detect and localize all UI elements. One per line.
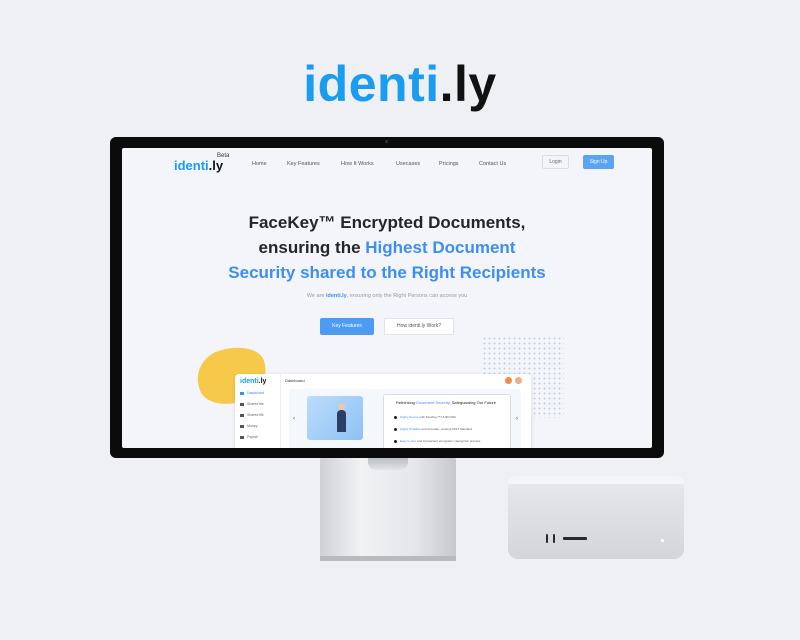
stand-hole — [368, 458, 408, 470]
bullet-icon — [394, 439, 397, 443]
user-avatar[interactable] — [515, 377, 522, 384]
hero-line-2: ensuring the Highest Document — [122, 235, 652, 260]
dashboard-title: Dashboard — [285, 378, 305, 383]
sidebar-item-shared-file-2[interactable]: Shared file — [240, 413, 264, 417]
sidebar-item-label: Money — [247, 424, 258, 428]
beta-badge: Beta — [217, 153, 230, 159]
subtitle-brand: identi.ly — [325, 293, 347, 299]
sidebar-item-label: Shared file — [247, 402, 264, 406]
panel-title-plain-2: , Safeguarding Our Future — [449, 400, 496, 405]
person-body-shape — [337, 410, 346, 432]
panel-point-2: Highly Scalable and Accurate, meeting NI… — [394, 427, 472, 431]
dashboard-preview: identi.ly Dashboard Shared file Shared f… — [235, 374, 531, 448]
bullet-icon — [394, 415, 397, 419]
login-button[interactable]: Login — [542, 155, 569, 169]
point-text: and Convenient encryption / decryption p… — [416, 439, 481, 443]
hero-line-2-highlight: Highest Document — [365, 238, 516, 257]
nav-home[interactable]: Home — [252, 161, 267, 167]
panel-title-plain: Rethinking — [396, 400, 417, 405]
hero-line-3: Security shared to the Right Recipients — [228, 263, 546, 282]
website-screen: identi.ly Beta Home Key Features How It … — [122, 148, 652, 448]
file-icon — [240, 402, 244, 406]
dashboard-sidebar: identi.ly Dashboard Shared file Shared f… — [235, 374, 281, 448]
panel-point-3: Easy to Use and Convenient encryption / … — [394, 439, 480, 443]
dashboard-logo-part2: .ly — [258, 378, 267, 385]
mac-studio-device — [508, 476, 684, 559]
hero-subtitle: We are identi.ly, ensuring only the Righ… — [122, 293, 652, 299]
panel-title-highlight: Document Security — [416, 400, 450, 405]
nav-key-features[interactable]: Key Features — [287, 161, 320, 167]
notification-avatar[interactable] — [505, 377, 512, 384]
hero-heading: FaceKey™ Encrypted Documents, ensuring t… — [122, 210, 652, 285]
nav-pricings[interactable]: Pricings — [439, 161, 459, 167]
usb-port-icon — [553, 534, 555, 543]
panel-title: Rethinking Document Security, Safeguardi… — [396, 400, 496, 405]
dashboard-logo: identi.ly — [240, 378, 266, 385]
sidebar-item-payroll[interactable]: Payroll — [240, 435, 258, 439]
carousel-prev-arrow[interactable]: ‹ — [293, 416, 295, 422]
security-panel: Rethinking Document Security, Safeguardi… — [383, 394, 511, 448]
dashboard-icon — [240, 391, 244, 395]
studio-display: identi.ly Beta Home Key Features How It … — [110, 137, 664, 458]
device-top — [508, 476, 684, 484]
file-icon — [240, 413, 244, 417]
sidebar-item-dashboard[interactable]: Dashboard — [240, 391, 264, 395]
brand-logo-part2: .ly — [439, 56, 497, 112]
nav-contact-us[interactable]: Contact Us — [479, 161, 506, 167]
subtitle-before: We are — [306, 293, 326, 299]
device-front — [508, 482, 684, 559]
sidebar-item-label: Shared file — [247, 413, 264, 417]
nav-usecases[interactable]: Usecases — [396, 161, 420, 167]
power-led-icon — [661, 539, 664, 542]
person-head-shape — [338, 403, 345, 410]
money-icon — [240, 424, 244, 428]
site-logo[interactable]: identi.ly Beta — [174, 153, 229, 173]
carousel-next-arrow[interactable]: › — [516, 416, 518, 422]
how-it-works-button[interactable]: How identi.ly Work? — [384, 318, 454, 335]
stand-base — [320, 556, 456, 561]
brand-logo-part1: identi — [303, 56, 440, 112]
bullet-icon — [394, 427, 397, 431]
brand-logo: identi.ly — [0, 55, 800, 113]
nav-how-it-works[interactable]: How It Works — [341, 161, 374, 167]
panel-point-1: Highly Secure with FaceKey™ UUID DNA — [394, 415, 456, 419]
site-navbar: identi.ly Beta Home Key Features How It … — [122, 148, 652, 180]
signup-button[interactable]: Sign Up — [583, 155, 614, 169]
key-features-button[interactable]: Key Features — [320, 318, 374, 335]
usb-port-icon — [546, 534, 548, 543]
point-highlight: Easy to Use — [400, 439, 417, 443]
camera-dot — [385, 140, 388, 143]
sd-card-slot-icon — [563, 537, 587, 540]
site-logo-part1: identi — [174, 158, 209, 173]
point-highlight: Highly Scalable — [400, 427, 421, 431]
security-illustration — [307, 396, 363, 440]
dashboard-logo-part1: identi — [240, 378, 259, 385]
subtitle-after: , ensuring only the Right Persons can ac… — [346, 293, 468, 299]
site-logo-part2: .ly — [208, 158, 224, 173]
monitor-stand — [320, 458, 456, 561]
sidebar-item-money[interactable]: Money — [240, 424, 258, 428]
sidebar-item-shared-file[interactable]: Shared file — [240, 402, 264, 406]
hero-line-2-plain: ensuring the — [258, 238, 366, 257]
sidebar-item-label: Dashboard — [247, 391, 265, 395]
point-highlight: Highly Secure — [400, 415, 419, 419]
payroll-icon — [240, 435, 244, 439]
point-text: with FaceKey™ UUID DNA — [418, 415, 456, 419]
sidebar-item-label: Payroll — [247, 435, 258, 439]
point-text: and Accurate, meeting NIST Standard — [420, 427, 472, 431]
hero-line-1: FaceKey™ Encrypted Documents, — [248, 213, 526, 232]
